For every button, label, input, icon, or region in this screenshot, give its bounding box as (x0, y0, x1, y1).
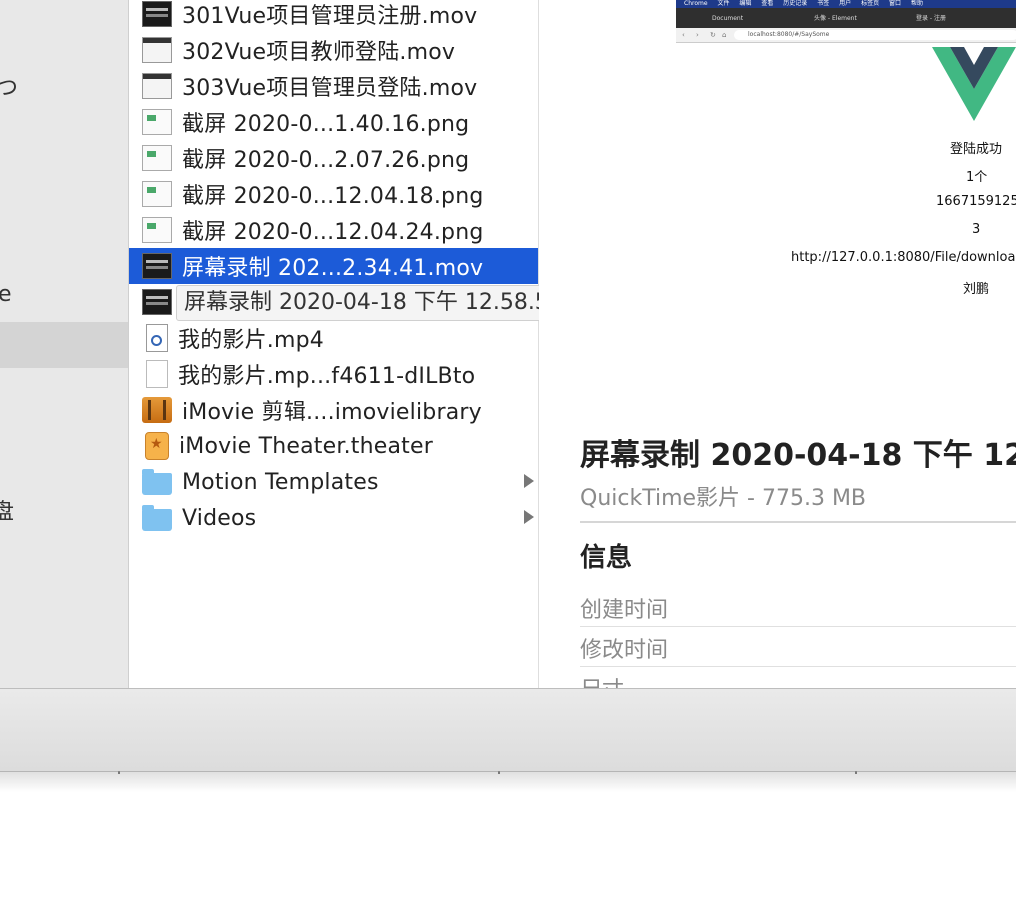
document-file-icon (146, 360, 168, 388)
menubar-item: 书签 (817, 0, 830, 7)
file-row-selected[interactable]: 屏幕录制 202...2.34.41.mov (129, 248, 538, 284)
preview-pane: Chrome 文件 编辑 查看 历史记录 书签 用户 标签页 窗口 帮助 Doc… (539, 0, 1016, 688)
png-file-icon (142, 145, 172, 171)
folder-icon (142, 469, 172, 495)
preview-file-kind-size: QuickTime影片 - 775.3 MB (580, 486, 867, 511)
window-bottom-bar (0, 688, 1016, 774)
file-name: iMovie Theater.theater (179, 433, 433, 459)
file-row[interactable]: 301Vue项目管理员注册.mov (129, 0, 538, 32)
file-row[interactable]: iMovie 剪辑....imovielibrary (129, 392, 538, 428)
divider (580, 666, 1016, 667)
preview-text-line: 3 (972, 222, 981, 237)
home-icon: ⌂ (722, 31, 727, 39)
folder-name: Motion Templates (182, 469, 379, 495)
file-name: 我的影片.mp...f4611-dILBto (178, 364, 476, 389)
menubar-item: 用户 (839, 0, 852, 7)
movie-file-icon (142, 37, 172, 63)
file-name: 我的影片.mp4 (178, 328, 324, 353)
file-row[interactable]: 截屏 2020-0...1.40.16.png (129, 104, 538, 140)
finder-sidebar: つ e 盘 (0, 0, 129, 688)
browser-tab: 头像 - Element (814, 15, 857, 22)
png-file-icon (142, 109, 172, 135)
file-name: iMovie 剪辑....imovielibrary (182, 400, 482, 425)
file-name: 301Vue项目管理员注册.mov (182, 4, 478, 29)
movie-file-icon (142, 73, 172, 99)
sidebar-item-partial[interactable]: 盘 (0, 494, 14, 526)
forward-icon: › (696, 31, 699, 39)
imovie-library-icon (142, 397, 172, 423)
preview-text-line: 1个 (966, 170, 988, 185)
folder-row[interactable]: Motion Templates (129, 464, 538, 500)
preview-file-title: 屏幕录制 2020-04-18 下午 12 (580, 438, 1016, 473)
png-file-icon (142, 181, 172, 207)
folder-name: Videos (182, 505, 257, 531)
browser-address-bar: ‹ › ↻ ⌂ localhost:8080/#/SaySome (676, 28, 1016, 43)
menubar-item: 标签页 (861, 0, 880, 7)
menubar-item: 帮助 (910, 0, 923, 7)
menubar-item: Chrome (684, 0, 708, 7)
info-heading: 信息 (580, 543, 633, 573)
menubar-item: 文件 (717, 0, 730, 7)
file-name: 截屏 2020-0...2.07.26.png (182, 148, 470, 173)
menubar-item: 查看 (761, 0, 774, 7)
file-row[interactable]: 截屏 2020-0...2.07.26.png (129, 140, 538, 176)
url-field: localhost:8080/#/SaySome (734, 30, 1016, 40)
file-name: 截屏 2020-0...1.40.16.png (182, 112, 470, 137)
info-field-label: 尺寸 (580, 672, 624, 688)
preview-text-line: 刘鹏 (963, 282, 990, 297)
imovie-theater-icon (145, 432, 169, 460)
file-row[interactable]: 截屏 2020-0...12.04.18.png (129, 176, 538, 212)
file-name: 截屏 2020-0...12.04.24.png (182, 220, 484, 245)
folder-icon (142, 505, 172, 531)
disclosure-arrow-icon[interactable] (524, 510, 534, 524)
preview-text-line: http://127.0.0.1:8080/File/download (791, 250, 1016, 265)
preview-text-line: 登陆成功 (950, 142, 1003, 157)
mac-menubar: Chrome 文件 编辑 查看 历史记录 书签 用户 标签页 窗口 帮助 (676, 0, 1016, 8)
mp4-file-icon (146, 324, 168, 352)
file-name: 截屏 2020-0...12.04.18.png (182, 184, 484, 209)
folder-row[interactable]: Videos (129, 500, 538, 536)
disclosure-arrow-icon[interactable] (524, 474, 534, 488)
file-row[interactable]: 我的影片.mp4 (129, 320, 538, 356)
sidebar-item-partial[interactable]: e (0, 282, 12, 307)
file-name: 302Vue项目教师登陆.mov (182, 40, 456, 65)
file-row[interactable]: 我的影片.mp...f4611-dILBto (129, 356, 538, 392)
browser-tab-bar: Document 头像 - Element 登录 - 注册 (676, 8, 1016, 28)
file-row[interactable]: 截屏 2020-0...12.04.24.png (129, 212, 538, 248)
file-row[interactable]: 302Vue项目教师登陆.mov (129, 32, 538, 68)
vue-logo-icon (932, 47, 1016, 121)
reload-icon: ↻ (710, 31, 716, 39)
file-list-column: 301Vue项目管理员注册.mov 302Vue项目教师登陆.mov 303Vu… (129, 0, 539, 688)
movie-file-icon (142, 1, 172, 27)
file-row[interactable]: iMovie Theater.theater (129, 428, 538, 464)
png-file-icon (142, 217, 172, 243)
browser-tab: 登录 - 注册 (916, 15, 946, 22)
movie-file-icon (142, 289, 172, 315)
file-name: 303Vue项目管理员登陆.mov (182, 76, 478, 101)
file-name: 屏幕录制 202...2.34.41.mov (182, 256, 484, 281)
sidebar-item-partial[interactable]: つ (0, 70, 18, 102)
window-shadow (0, 772, 1016, 792)
browser-tab: Document (712, 15, 744, 22)
menubar-item: 历史记录 (783, 0, 808, 7)
movie-file-icon (142, 253, 172, 279)
info-field-label: 修改时间 (580, 638, 669, 663)
file-row[interactable]: 303Vue项目管理员登陆.mov (129, 68, 538, 104)
video-thumbnail[interactable]: Chrome 文件 编辑 查看 历史记录 书签 用户 标签页 窗口 帮助 Doc… (676, 0, 1016, 380)
menubar-item: 窗口 (889, 0, 902, 7)
sidebar-item-selected[interactable] (0, 322, 128, 368)
info-field-label: 创建时间 (580, 598, 669, 623)
preview-text-line: 1667159125 (936, 194, 1016, 209)
divider (580, 626, 1016, 627)
back-icon: ‹ (682, 31, 685, 39)
menubar-item: 编辑 (739, 0, 752, 7)
divider (580, 521, 1016, 523)
